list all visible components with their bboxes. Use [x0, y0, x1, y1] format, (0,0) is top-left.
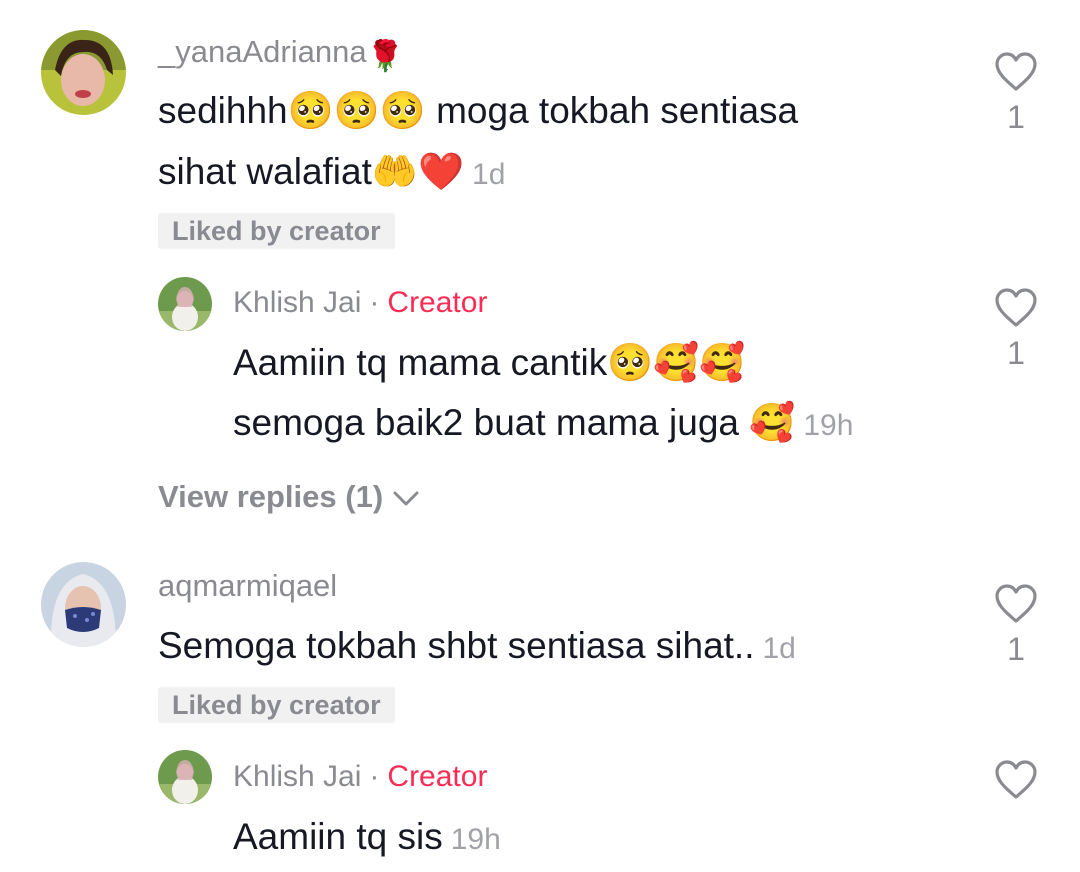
- comment-time: 1d: [762, 632, 796, 665]
- reply-text-line-1: Aamiin tq mama cantik🥺🥰🥰: [233, 342, 746, 383]
- reply-avatar[interactable]: [158, 277, 212, 331]
- comment-text: sihat walafiat🤲❤️: [158, 151, 465, 192]
- separator-dot: ·: [369, 286, 380, 319]
- chevron-down-icon: [393, 491, 419, 506]
- reply-author: Khlish Jai · Creator: [233, 762, 487, 792]
- heart-outline-icon[interactable]: [994, 760, 1038, 800]
- reply-time: 19h: [803, 409, 854, 442]
- like-count: 1: [1007, 631, 1025, 667]
- like-button[interactable]: [994, 584, 1038, 629]
- reply-username[interactable]: Khlish Jai: [233, 760, 361, 793]
- commenter-avatar[interactable]: [41, 30, 126, 115]
- heart-outline-icon[interactable]: [994, 288, 1038, 328]
- comment-text: Semoga tokbah shbt sentiasa sihat..: [158, 625, 755, 666]
- reply-text-line-1: Aamiin tq sis 19h: [233, 818, 501, 855]
- comment-text-line-2: sihat walafiat🤲❤️ 1d: [158, 153, 505, 190]
- like-count: 1: [1007, 99, 1025, 135]
- reply-avatar[interactable]: [158, 750, 212, 804]
- reply-text: semoga baik2 buat mama juga 🥰: [233, 402, 796, 443]
- reply-like-count: 1: [1007, 335, 1025, 371]
- reply-author: Khlish Jai · Creator: [233, 288, 487, 318]
- reply-text-line-2: semoga baik2 buat mama juga 🥰 19h: [233, 404, 853, 441]
- creator-badge: Creator: [387, 286, 488, 319]
- comment-text-line-1: Semoga tokbah shbt sentiasa sihat.. 1d: [158, 627, 796, 664]
- comment-time: 1d: [472, 158, 506, 191]
- creator-badge: Creator: [387, 760, 488, 793]
- reply-text: Aamiin tq sis: [233, 816, 443, 857]
- heart-outline-icon[interactable]: [994, 584, 1038, 624]
- comment-text-line-1: sedihhh🥺🥺🥺 moga tokbah sentiasa: [158, 90, 799, 131]
- heart-outline-icon[interactable]: [994, 52, 1038, 92]
- comment-username[interactable]: _yanaAdrianna🌹: [158, 36, 404, 72]
- separator-dot: ·: [369, 760, 380, 793]
- reply-like-button[interactable]: [994, 760, 1038, 805]
- username-text[interactable]: _yanaAdrianna: [158, 34, 367, 69]
- view-replies-label[interactable]: View replies (1): [158, 479, 383, 514]
- reply-time: 19h: [450, 823, 501, 856]
- liked-by-creator-badge: Liked by creator: [158, 213, 395, 249]
- reply-like-button[interactable]: [994, 288, 1038, 333]
- view-replies-button[interactable]: View replies (1): [158, 481, 420, 512]
- commenter-avatar[interactable]: [41, 562, 126, 647]
- like-button[interactable]: [994, 52, 1038, 97]
- reply-username[interactable]: Khlish Jai: [233, 286, 361, 319]
- comment-username[interactable]: aqmarmiqael: [158, 570, 337, 601]
- liked-by-creator-badge: Liked by creator: [158, 687, 395, 723]
- rose-emoji: 🌹: [366, 40, 404, 73]
